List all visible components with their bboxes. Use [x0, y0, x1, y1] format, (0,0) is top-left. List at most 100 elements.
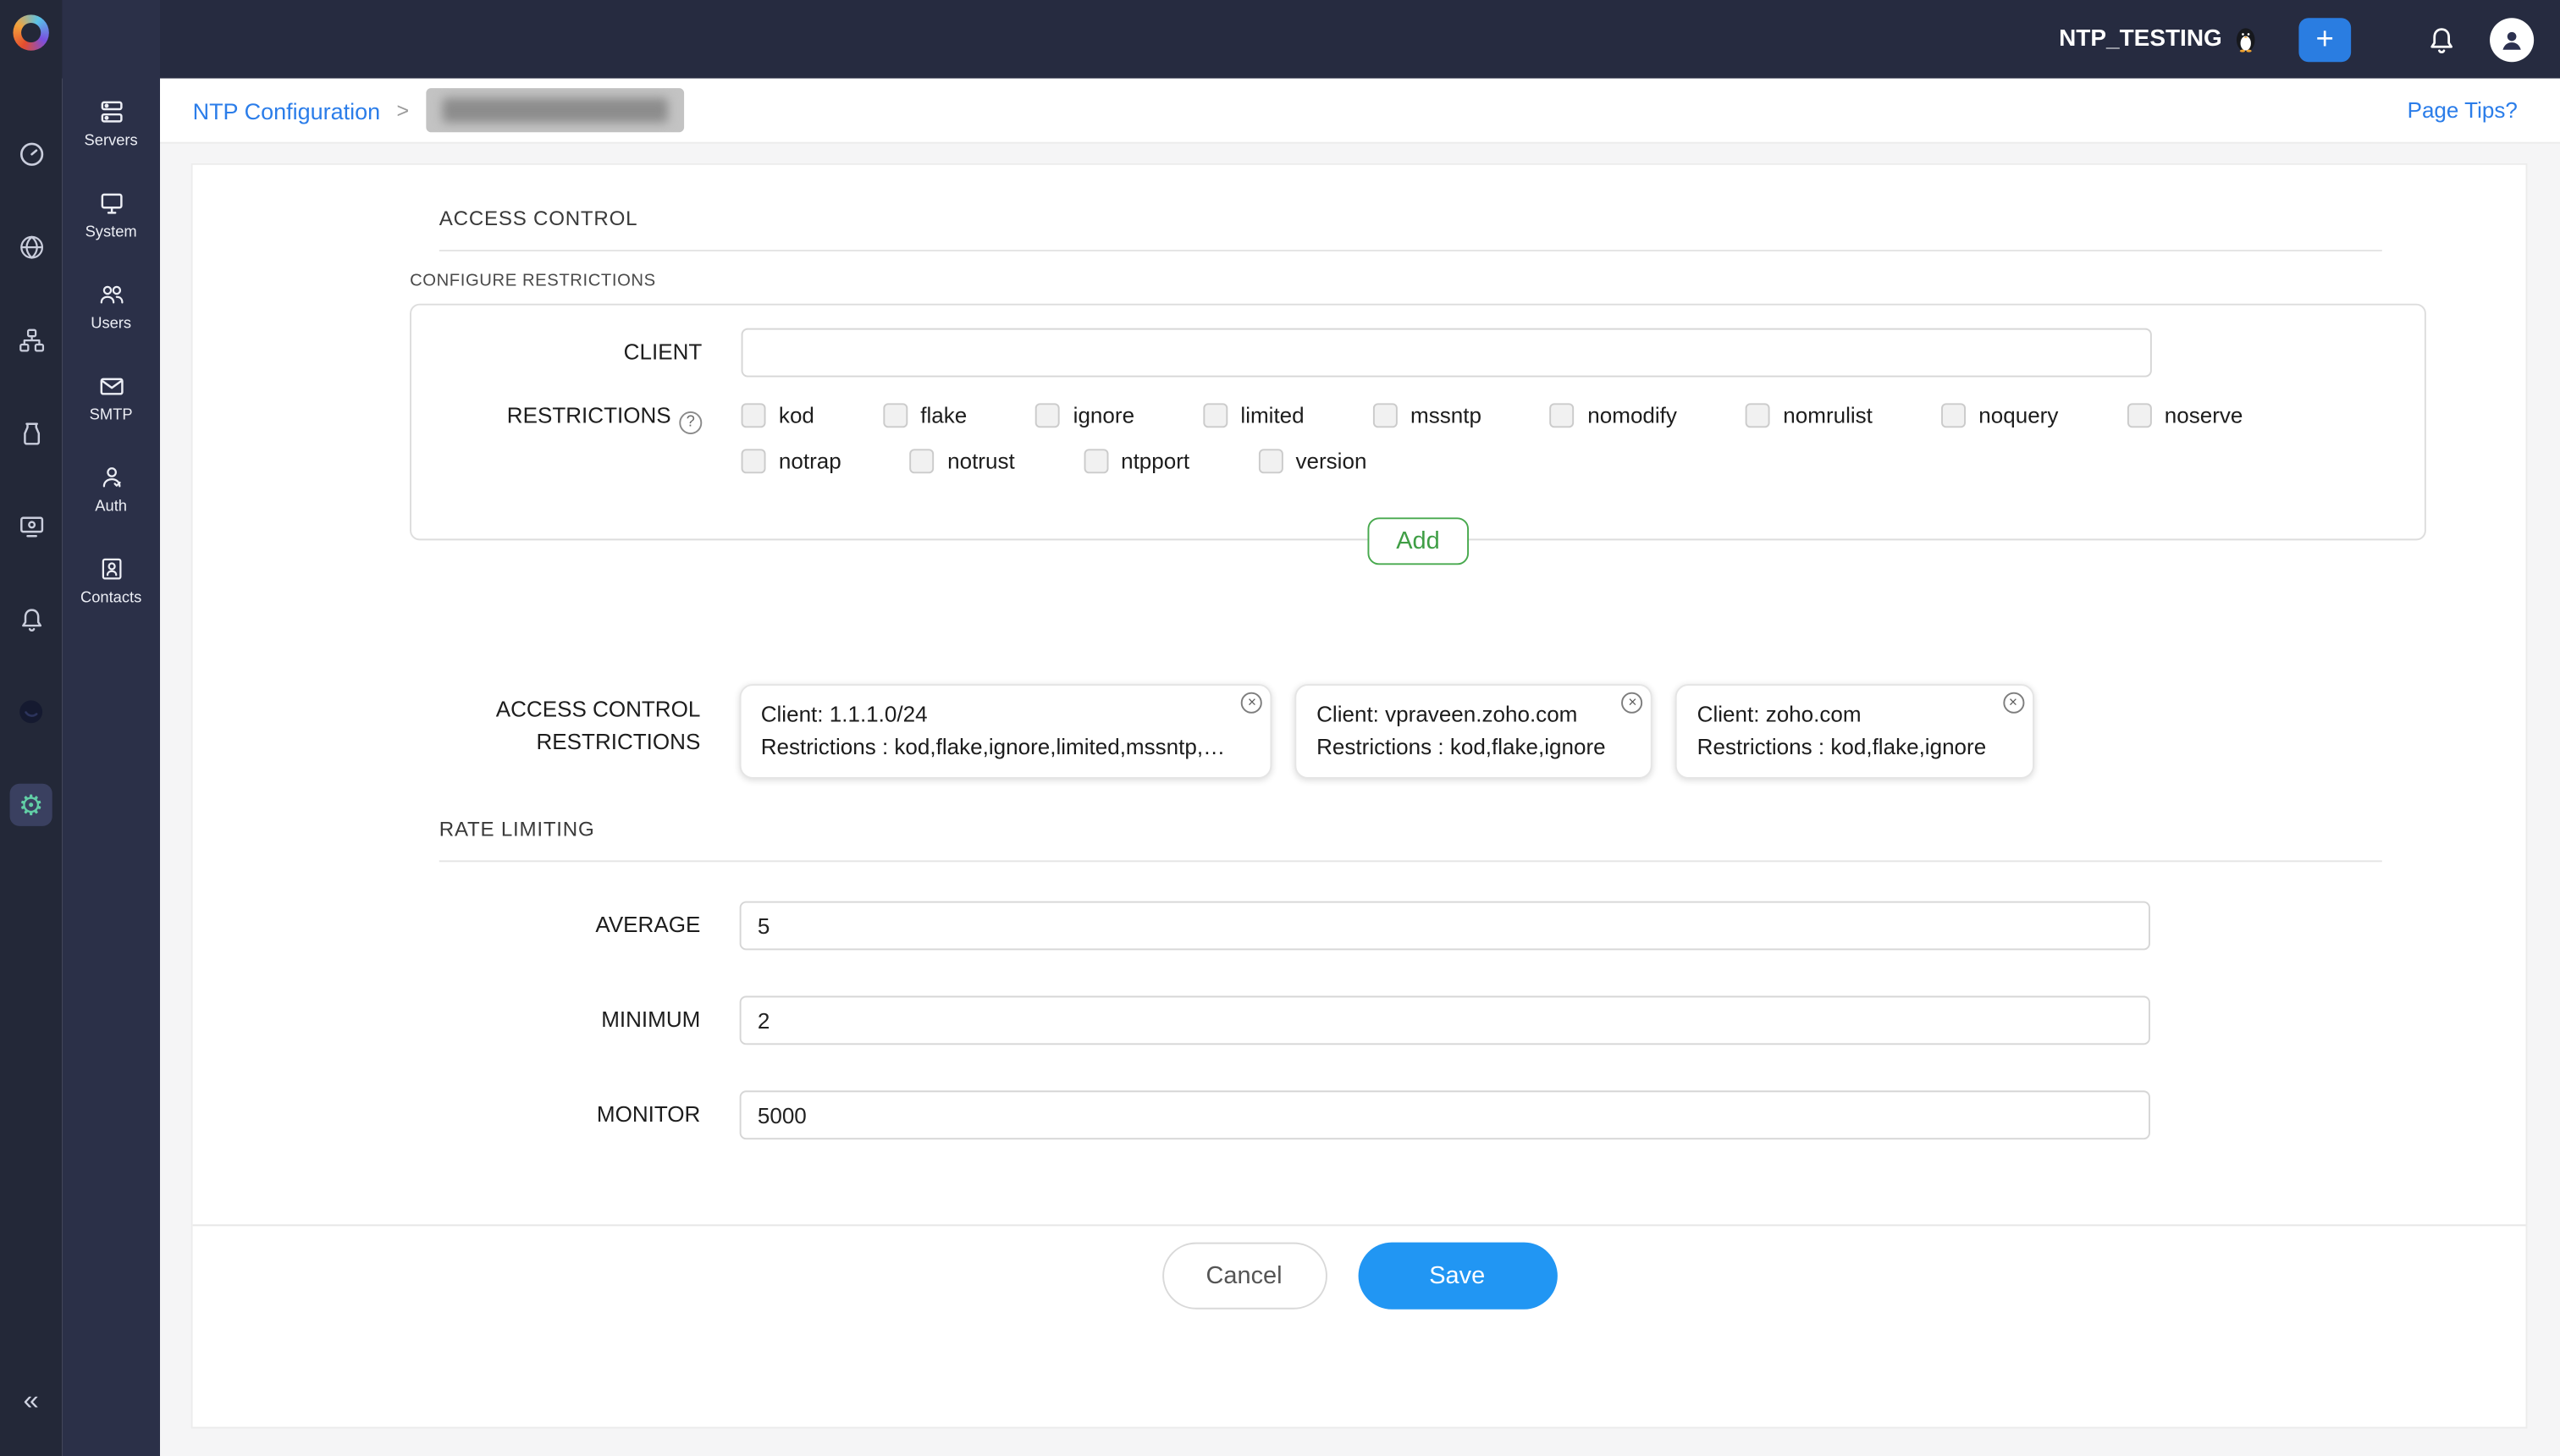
access-control-restrictions-block: ACCESS CONTROL RESTRICTIONS Client: 1.1.…: [193, 684, 2526, 779]
restriction-option[interactable]: ntpport: [1084, 449, 1189, 473]
restriction-options: kod flake ignore limited mssntp nomodify…: [742, 403, 2243, 473]
restriction-option-label: nomrulist: [1783, 403, 1873, 427]
average-input[interactable]: [740, 902, 2150, 951]
ntp-config-card: ACCESS CONTROL CONFIGURE RESTRICTIONS CL…: [191, 163, 2528, 1429]
user-avatar[interactable]: [2490, 17, 2534, 61]
restriction-option[interactable]: flake: [883, 403, 967, 427]
bell-icon: [2426, 24, 2458, 55]
client-row: CLIENT: [411, 328, 2425, 378]
sidebar-item-system[interactable]: System: [62, 170, 160, 262]
dns-globe-icon[interactable]: [10, 225, 52, 267]
restriction-option[interactable]: nomodify: [1550, 403, 1677, 427]
collapse-sidebar-button[interactable]: «: [0, 1384, 62, 1417]
minimum-input[interactable]: [740, 995, 2150, 1045]
restriction-option[interactable]: notrap: [742, 449, 841, 473]
restrictions-label-text: RESTRICTIONS: [507, 403, 671, 427]
sidebar-item-contacts[interactable]: Contacts: [62, 536, 160, 627]
restriction-checkbox[interactable]: [742, 403, 766, 427]
restriction-option[interactable]: noquery: [1941, 403, 2058, 427]
restriction-checkbox[interactable]: [1258, 449, 1283, 473]
restriction-option-label: version: [1296, 449, 1367, 473]
restriction-entry-card: Client: vpraveen.zoho.com Restrictions :…: [1295, 684, 1653, 779]
restriction-option[interactable]: nomrulist: [1746, 403, 1873, 427]
users-icon: [97, 281, 125, 309]
remove-entry-icon[interactable]: ×: [1622, 692, 1643, 714]
access-control-restrictions-label: ACCESS CONTROL RESTRICTIONS: [193, 684, 701, 779]
page-tips-link[interactable]: Page Tips?: [2408, 98, 2518, 123]
restriction-checkbox[interactable]: [742, 449, 766, 473]
help-icon[interactable]: ?: [679, 411, 702, 434]
jar-icon[interactable]: [10, 411, 52, 454]
redaction-blur: [442, 98, 667, 123]
remove-entry-icon[interactable]: ×: [2002, 692, 2023, 714]
org-chart-icon[interactable]: [10, 318, 52, 361]
restriction-checkbox[interactable]: [1550, 403, 1575, 427]
restriction-option[interactable]: limited: [1203, 403, 1305, 427]
restriction-option-label: flake: [920, 403, 967, 427]
contacts-icon: [97, 555, 125, 583]
penguin-icon: [2235, 26, 2256, 52]
restriction-entries: Client: 1.1.1.0/24 Restrictions : kod,fl…: [740, 684, 2526, 779]
restriction-option[interactable]: version: [1258, 449, 1366, 473]
average-row: AVERAGE: [193, 902, 2526, 951]
restriction-checkbox[interactable]: [910, 449, 935, 473]
restriction-checkbox[interactable]: [1373, 403, 1398, 427]
sidebar-item-auth[interactable]: Auth: [62, 444, 160, 536]
cancel-button[interactable]: Cancel: [1161, 1243, 1327, 1310]
globe-glyph-icon: [17, 233, 45, 261]
jar-glyph-icon: [17, 419, 45, 447]
restriction-checkbox[interactable]: [883, 403, 908, 427]
servers-icon: [97, 98, 125, 126]
configure-restrictions-panel: CLIENT RESTRICTIONS? kod flake ignore: [410, 304, 2426, 541]
monitor-row: MONITOR: [193, 1090, 2526, 1139]
restriction-option[interactable]: mssntp: [1373, 403, 1481, 427]
org-glyph-icon: [17, 326, 45, 354]
app-logo-icon[interactable]: [13, 14, 48, 50]
restriction-option[interactable]: kod: [742, 403, 814, 427]
restriction-option-label: nomodify: [1587, 403, 1677, 427]
dark-logo-icon[interactable]: [10, 691, 52, 733]
breadcrumb: NTP Configuration > Page Tips?: [160, 79, 2560, 144]
add-new-button[interactable]: +: [2298, 17, 2351, 61]
add-restriction-button[interactable]: Add: [1366, 517, 1469, 565]
restriction-checkbox[interactable]: [1203, 403, 1228, 427]
client-input[interactable]: [742, 328, 2152, 378]
restrictions-row: RESTRICTIONS? kod flake ignore limited m…: [411, 403, 2425, 473]
restriction-option[interactable]: noserve: [2127, 403, 2243, 427]
restriction-option-label: kod: [779, 403, 814, 427]
sidebar-item-servers[interactable]: Servers: [62, 79, 160, 170]
alerts-bell-icon[interactable]: [10, 598, 52, 640]
restriction-checkbox[interactable]: [1035, 403, 1060, 427]
restriction-option[interactable]: notrust: [910, 449, 1015, 473]
restriction-checkbox[interactable]: [2127, 403, 2151, 427]
restriction-checkbox[interactable]: [1746, 403, 1770, 427]
bell-glyph-icon: [17, 605, 45, 633]
sidebar-item-label: Servers: [85, 132, 138, 150]
system-icon: [97, 190, 125, 218]
devices-icon[interactable]: [10, 505, 52, 547]
client-field-wrap: [742, 328, 2152, 378]
restriction-option-label: noquery: [1978, 403, 2058, 427]
restriction-checkbox[interactable]: [1941, 403, 1966, 427]
remove-entry-icon[interactable]: ×: [1241, 692, 1262, 714]
breadcrumb-masked-item: [425, 88, 683, 132]
sidebar-item-smtp[interactable]: SMTP: [62, 353, 160, 444]
restriction-option-label: limited: [1240, 403, 1304, 427]
sidebar-item-users[interactable]: Users: [62, 262, 160, 353]
monitor-glyph-icon: [17, 512, 45, 540]
minimum-label: MINIMUM: [193, 995, 701, 1045]
entry-restrictions: Restrictions : kod,flake,ignore,limited,…: [761, 731, 1225, 764]
restriction-entry-card: Client: 1.1.1.0/24 Restrictions : kod,fl…: [740, 684, 1272, 779]
restriction-option[interactable]: ignore: [1035, 403, 1134, 427]
org-badge: NTP_TESTING: [2059, 26, 2256, 52]
minimum-row: MINIMUM: [193, 995, 2526, 1045]
settings-gear-icon[interactable]: ⚙: [10, 784, 52, 826]
gauge-icon[interactable]: [10, 132, 52, 174]
notifications-bell-icon[interactable]: [2426, 24, 2458, 55]
monitor-input[interactable]: [740, 1090, 2150, 1139]
entry-client: Client: 1.1.1.0/24: [761, 698, 1225, 731]
save-button[interactable]: Save: [1358, 1243, 1557, 1310]
restriction-checkbox[interactable]: [1084, 449, 1108, 473]
entry-client: Client: vpraveen.zoho.com: [1316, 698, 1606, 731]
breadcrumb-root-link[interactable]: NTP Configuration: [193, 97, 381, 124]
